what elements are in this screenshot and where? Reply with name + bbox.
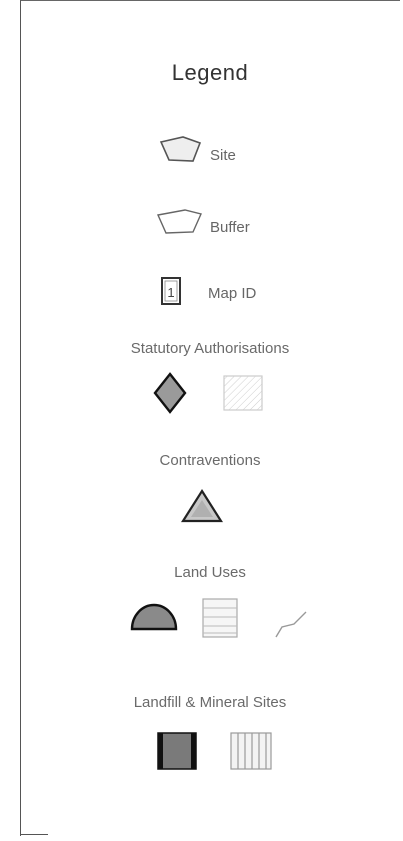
statutory-authorisations-heading: Statutory Authorisations	[130, 340, 290, 357]
site-label: Site	[210, 147, 236, 164]
site-polygon-icon	[159, 136, 202, 162]
contravention-triangle-icon	[181, 488, 223, 523]
map-id-label: Map ID	[208, 285, 257, 302]
legend-title: Legend	[171, 60, 249, 85]
map-id-box-icon: 1	[161, 277, 181, 305]
land-use-striped-box-icon	[202, 598, 238, 638]
buffer-label: Buffer	[210, 219, 250, 236]
contraventions-heading: Contraventions	[159, 452, 261, 469]
statutory-diamond-icon	[153, 372, 187, 414]
frame-bottom-tick	[20, 834, 48, 835]
land-uses-heading: Land Uses	[174, 564, 246, 581]
statutory-area-hatch-icon	[223, 375, 263, 411]
landfill-solid-box-icon	[157, 732, 197, 770]
mineral-site-hatch-icon	[230, 732, 272, 770]
buffer-polygon-icon	[156, 209, 202, 234]
land-use-line-icon	[275, 611, 307, 638]
land-use-semicircle-icon	[130, 603, 178, 631]
landfill-mineral-sites-heading: Landfill & Mineral Sites	[133, 694, 287, 711]
map-id-number: 1	[167, 285, 174, 300]
